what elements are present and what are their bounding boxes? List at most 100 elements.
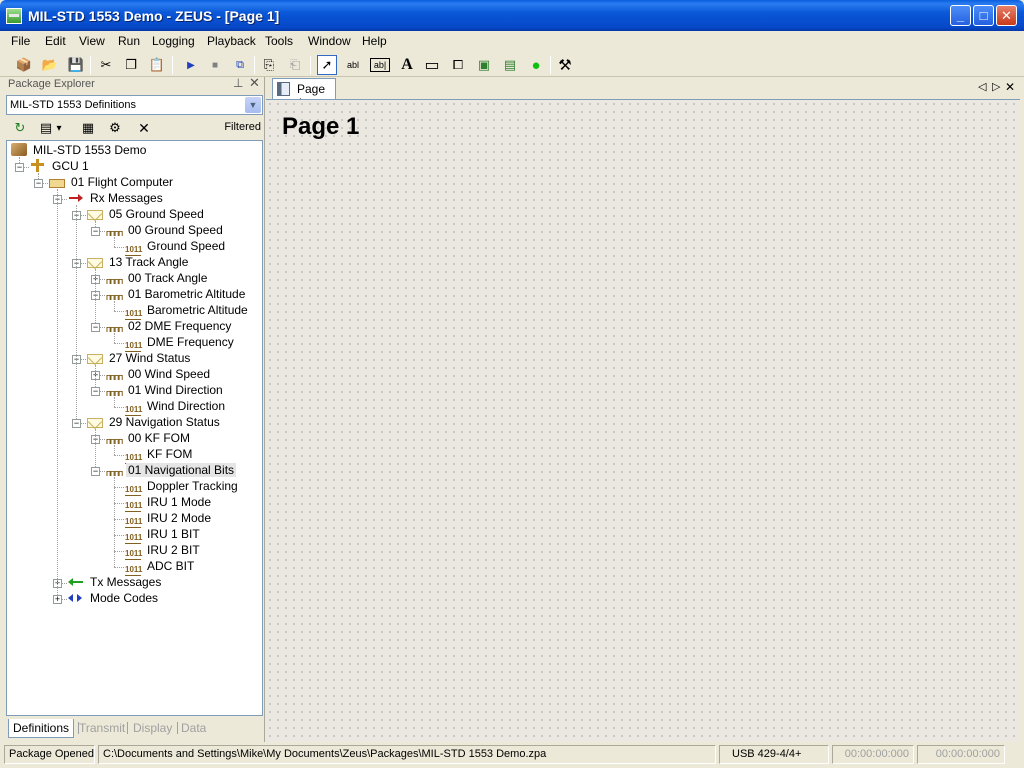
tree-item[interactable]: Mode Codes: [68, 591, 160, 607]
led-icon[interactable]: ●: [526, 55, 546, 75]
tree-item[interactable]: 13 Track Angle: [87, 255, 190, 271]
collapse-icon[interactable]: −: [91, 323, 100, 332]
label-icon[interactable]: A: [397, 55, 417, 75]
tools-icon[interactable]: ⚒: [555, 55, 575, 75]
refresh-icon[interactable]: ↻: [10, 118, 30, 138]
stop-icon[interactable]: ■: [205, 55, 225, 75]
tree-item[interactable]: ΠΠΠΠ 01 Wind Direction: [106, 383, 225, 399]
tree-item-label: ADC BIT: [147, 559, 195, 573]
collapse-icon[interactable]: −: [91, 467, 100, 476]
tree-item[interactable]: ΠΠΠΠ 01 Navigational Bits: [106, 463, 237, 479]
chevron-down-icon[interactable]: ▼: [245, 97, 261, 113]
minimize-button[interactable]: _: [950, 5, 971, 26]
page-title[interactable]: Page 1: [282, 113, 359, 141]
terminal-icon: [49, 179, 65, 188]
text-field-icon[interactable]: ab|: [370, 58, 390, 72]
open-folder-icon[interactable]: 📂: [40, 55, 60, 75]
delete-icon[interactable]: ✕: [134, 118, 154, 138]
paste-page-icon[interactable]: ⎗: [285, 55, 305, 75]
rectangle-icon[interactable]: ▭: [422, 55, 442, 75]
definitions-select[interactable]: MIL-STD 1553 Definitions ▼: [6, 95, 263, 115]
menu-logging[interactable]: Logging: [152, 34, 195, 48]
collapse-icon[interactable]: −: [91, 227, 100, 236]
toolbar-separator: [172, 56, 173, 74]
cut-icon[interactable]: ✂: [96, 55, 116, 75]
menu-edit[interactable]: Edit: [45, 34, 66, 48]
panel-splitter[interactable]: [264, 77, 265, 742]
tree-item[interactable]: ΠΠΠΠ 00 Track Angle: [106, 271, 209, 287]
tree-item[interactable]: ΠΠΠΠ 00 KF FOM: [106, 431, 192, 447]
window-title: MIL-STD 1553 Demo - ZEUS - [Page 1]: [28, 8, 280, 24]
tree-item[interactable]: GCU 1: [30, 159, 91, 175]
copy-page-icon[interactable]: ⎘: [259, 55, 279, 75]
group-icon[interactable]: ⧠: [448, 55, 468, 75]
text-box-icon[interactable]: abl: [343, 55, 363, 75]
tree-item[interactable]: 05 Ground Speed: [87, 207, 206, 223]
menu-playback[interactable]: Playback: [207, 34, 256, 48]
tab-transmit[interactable]: Transmit: [75, 719, 129, 738]
properties-icon[interactable]: ▦: [78, 118, 98, 138]
tree-item[interactable]: 1011 IRU 1 Mode: [125, 495, 213, 512]
tree-connector: [114, 311, 124, 312]
close-tab-icon[interactable]: ✕: [1005, 80, 1015, 94]
menu-run[interactable]: Run: [118, 34, 140, 48]
tab-data[interactable]: Data: [177, 719, 210, 738]
run-icon[interactable]: ▶: [181, 55, 201, 75]
select-pointer-icon[interactable]: ➚: [317, 55, 337, 75]
pin-icon[interactable]: ⊥: [233, 76, 243, 90]
tree-item[interactable]: ΠΠΠΠ 01 Barometric Altitude: [106, 287, 247, 303]
tab-display[interactable]: Display: [129, 719, 176, 738]
tree-item[interactable]: 01 Flight Computer: [49, 175, 175, 191]
step-icon[interactable]: ⧉: [230, 55, 250, 75]
page-canvas[interactable]: Page 1: [266, 99, 1020, 742]
tree-item[interactable]: 1011 ADC BIT: [125, 559, 196, 576]
tree-item[interactable]: 29 Navigation Status: [87, 415, 222, 431]
tree-item[interactable]: ΠΠΠΠ 00 Wind Speed: [106, 367, 212, 383]
menu-file[interactable]: File: [11, 34, 30, 48]
tree-item-label: Rx Messages: [90, 191, 163, 205]
menu-tools[interactable]: Tools: [265, 34, 293, 48]
tree-item[interactable]: 1011 Barometric Altitude: [125, 303, 250, 320]
collapse-icon[interactable]: −: [15, 163, 24, 172]
close-panel-icon[interactable]: ✕: [249, 75, 260, 91]
tree-item[interactable]: 1011 DME Frequency: [125, 335, 236, 352]
tree-item[interactable]: 1011 IRU 1 BIT: [125, 527, 202, 544]
menu-help[interactable]: Help: [362, 34, 387, 48]
tree-item[interactable]: MIL-STD 1553 Demo: [11, 143, 148, 159]
tree-connector: [114, 343, 124, 344]
tree-item[interactable]: 27 Wind Status: [87, 351, 192, 367]
tree-item[interactable]: 1011 Ground Speed: [125, 239, 227, 256]
tree-item[interactable]: ΠΠΠΠ 00 Ground Speed: [106, 223, 225, 239]
tree-item-label: Ground Speed: [147, 239, 226, 253]
tree-item[interactable]: Rx Messages: [68, 191, 165, 207]
tree-item[interactable]: ΠΠΠΠ 02 DME Frequency: [106, 319, 233, 335]
copy-icon[interactable]: ❐: [121, 55, 141, 75]
tab-page-1[interactable]: Page 1: [272, 78, 336, 110]
new-package-icon[interactable]: 📦: [14, 55, 34, 75]
tree-item[interactable]: 1011 Doppler Tracking: [125, 479, 240, 496]
image-icon[interactable]: ▣: [474, 55, 494, 75]
collapse-icon[interactable]: −: [72, 419, 81, 428]
tree-item[interactable]: 1011 IRU 2 Mode: [125, 511, 213, 528]
tree-item[interactable]: Tx Messages: [68, 575, 163, 591]
tree-item[interactable]: 1011 Wind Direction: [125, 399, 227, 416]
app-icon[interactable]: [6, 8, 22, 24]
menu-view[interactable]: View: [79, 34, 105, 48]
paste-icon[interactable]: 📋: [147, 55, 167, 75]
menu-window[interactable]: Window: [308, 34, 351, 48]
maximize-button[interactable]: □: [973, 5, 994, 26]
gauge-icon[interactable]: ▤: [500, 55, 520, 75]
tree-item[interactable]: 1011 IRU 2 BIT: [125, 543, 202, 560]
tab-definitions[interactable]: Definitions: [8, 719, 75, 738]
settings-icon[interactable]: ⚙: [105, 118, 125, 138]
scroll-left-icon[interactable]: ◁: [978, 80, 986, 93]
collapse-icon[interactable]: −: [91, 387, 100, 396]
save-icon[interactable]: 💾: [66, 55, 86, 75]
close-button[interactable]: ✕: [996, 5, 1017, 26]
tree-item[interactable]: 1011 KF FOM: [125, 447, 194, 464]
scroll-right-icon[interactable]: ▷: [992, 80, 1000, 93]
collapse-icon[interactable]: −: [34, 179, 43, 188]
expand-icon[interactable]: +: [53, 595, 62, 604]
dropdown-arrow-icon[interactable]: ▾: [53, 118, 65, 138]
package-tree[interactable]: MIL-STD 1553 Demo − GCU 1−01 Flight Comput…: [6, 140, 263, 716]
